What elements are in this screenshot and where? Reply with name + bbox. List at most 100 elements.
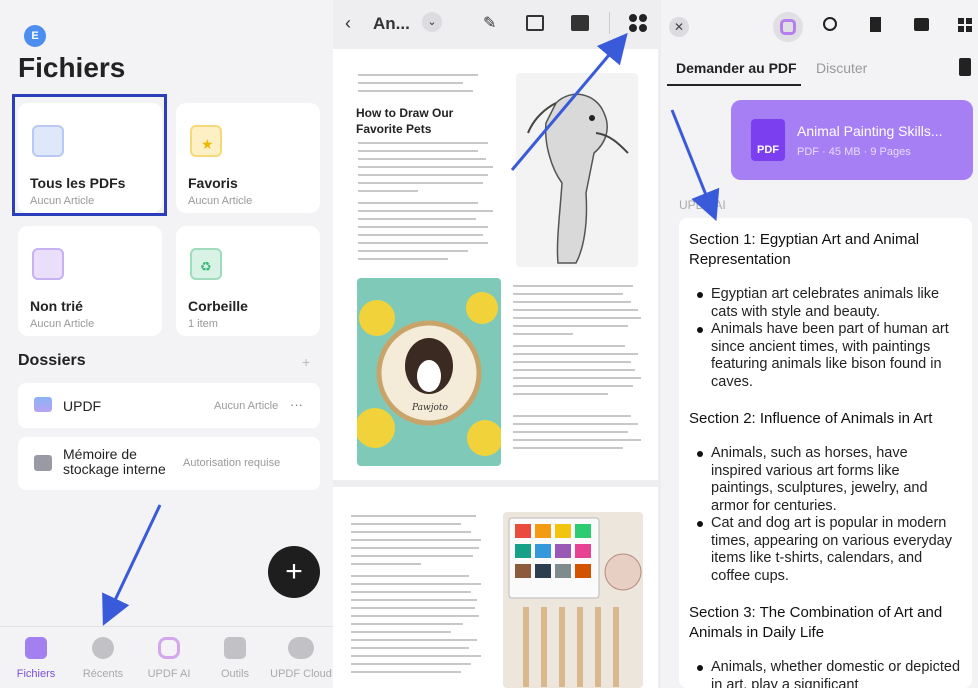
text-line: [513, 285, 633, 287]
text-line: [358, 242, 488, 244]
folder-row-internal-storage[interactable]: Mémoire de stockage interne Autorisation …: [18, 437, 320, 490]
search-icon[interactable]: [823, 17, 837, 31]
text-line: [351, 639, 477, 641]
list-item: Animals, such as horses, have inspired v…: [689, 445, 962, 515]
nav-label: UPDF Cloud: [270, 668, 332, 680]
chevron-down-icon[interactable]: ⌄: [422, 12, 442, 32]
section-title: Section 3: The Combination of Art and An…: [689, 604, 943, 641]
ai-toolbar: ✕: [661, 0, 978, 52]
list-item: Egyptian art celebrates animals like cat…: [689, 286, 962, 321]
text-line: [513, 415, 631, 417]
text-line: [358, 190, 418, 192]
nav-tools[interactable]: Outils: [202, 637, 268, 680]
grid-organize-icon[interactable]: [629, 14, 647, 32]
more-options-button[interactable]: ···: [290, 397, 303, 412]
text-line: [351, 671, 461, 673]
close-icon[interactable]: ✕: [669, 17, 689, 37]
nav-label: Récents: [82, 668, 124, 680]
text-line: [351, 663, 471, 665]
text-line: [358, 142, 488, 144]
document-title[interactable]: An...: [373, 14, 410, 34]
file-name: Animal Painting Skills...: [797, 123, 943, 139]
ai-sender-label: UPDF AI: [679, 198, 726, 212]
card-label: Corbeille: [188, 298, 248, 314]
text-line: [358, 166, 493, 168]
folder-row-updf[interactable]: UPDF Aucun Article ···: [18, 383, 320, 428]
folder-icon: [34, 397, 52, 412]
list-item: Animals have been part of human art sinc…: [689, 321, 962, 391]
bottom-nav: Fichiers Récents UPDF AI Outils UPDF Clo…: [0, 626, 333, 688]
text-line: [513, 301, 631, 303]
page-heading: How to Draw Our Favorite Pets: [356, 106, 454, 136]
bullet-list: Egyptian art celebrates animals like cat…: [689, 286, 962, 391]
text-line: [358, 74, 478, 76]
text-line: [358, 226, 488, 228]
text-line: [358, 202, 478, 204]
section-title: Section 1: Egyptian Art and Animal Repre…: [689, 231, 920, 268]
text-edit-icon[interactable]: [526, 15, 544, 31]
nav-files[interactable]: Fichiers: [3, 637, 69, 680]
card-trash[interactable]: ♻ Corbeille 1 item: [176, 226, 320, 336]
dog-sketch-image: [516, 73, 638, 267]
ai-flower-icon: [158, 637, 180, 659]
text-line: [513, 377, 641, 379]
text-line: [358, 158, 486, 160]
text-line: [513, 333, 573, 335]
updf-ai-icon[interactable]: [773, 12, 803, 42]
text-line: [513, 361, 631, 363]
text-line: [513, 385, 633, 387]
text-line: [351, 575, 469, 577]
card-unsorted[interactable]: Non trié Aucun Article: [18, 226, 162, 336]
text-line: [513, 317, 641, 319]
pdf-file-icon: PDF: [751, 119, 785, 161]
text-line: [358, 90, 473, 92]
add-fab-button[interactable]: +: [268, 546, 320, 598]
selection-highlight: [12, 94, 167, 216]
card-favorites[interactable]: ★ Favoris Aucun Article: [176, 103, 320, 213]
card-label: Favoris: [188, 175, 238, 191]
text-line: [351, 563, 421, 565]
card-count: 1 item: [188, 318, 218, 330]
text-line: [351, 599, 477, 601]
recycle-folder-icon: ♻: [190, 248, 222, 280]
folders-heading: Dossiers: [18, 352, 86, 369]
folder-name: UPDF: [63, 398, 102, 414]
text-line: [351, 515, 476, 517]
nav-updf-ai[interactable]: UPDF AI: [136, 637, 202, 680]
viewer-toolbar: ‹ An... ⌄ ✎: [333, 0, 661, 48]
text-line: [351, 547, 479, 549]
text-line: [351, 591, 471, 593]
user-avatar[interactable]: E: [24, 25, 46, 47]
nav-recents[interactable]: Récents: [70, 637, 136, 680]
text-line: [513, 431, 628, 433]
comment-icon[interactable]: [914, 18, 929, 31]
text-line: [351, 531, 471, 533]
add-folder-button[interactable]: +: [302, 354, 310, 370]
image-edit-icon[interactable]: [571, 15, 589, 31]
tab-ask-pdf[interactable]: Demander au PDF: [676, 60, 797, 76]
svg-text:♻: ♻: [200, 260, 212, 275]
text-line: [351, 583, 481, 585]
bookmark-icon[interactable]: [870, 17, 881, 32]
text-line: [351, 631, 451, 633]
text-line: [351, 539, 481, 541]
text-line: [351, 655, 481, 657]
tab-chat[interactable]: Discuter: [816, 60, 867, 76]
brush-clear-icon[interactable]: [959, 58, 971, 76]
pdf-viewer-panel: ‹ An... ⌄ ✎ How to Draw Our Favorite Pets: [333, 0, 661, 688]
bullet-list: Animals, whether domestic or depicted in…: [689, 659, 962, 688]
toolbox-icon: [224, 637, 246, 659]
embroidery-dog-image: Pawjoto: [355, 278, 503, 466]
grid-icon[interactable]: [958, 18, 972, 32]
clock-icon: [92, 637, 114, 659]
nav-updf-cloud[interactable]: UPDF Cloud: [268, 637, 333, 680]
highlighter-icon[interactable]: ✎: [483, 13, 496, 33]
text-line: [358, 174, 488, 176]
dog-caption: Pawjoto: [411, 403, 449, 413]
card-count: Aucun Article: [30, 318, 95, 330]
toolbar-divider: [609, 12, 610, 34]
folder-name: Mémoire de stockage interne: [63, 446, 166, 477]
back-chevron-icon[interactable]: ‹: [345, 13, 351, 34]
folder-count: Aucun Article: [214, 400, 279, 412]
attached-file-card[interactable]: PDF Animal Painting Skills... PDF · 45 M…: [731, 100, 973, 180]
